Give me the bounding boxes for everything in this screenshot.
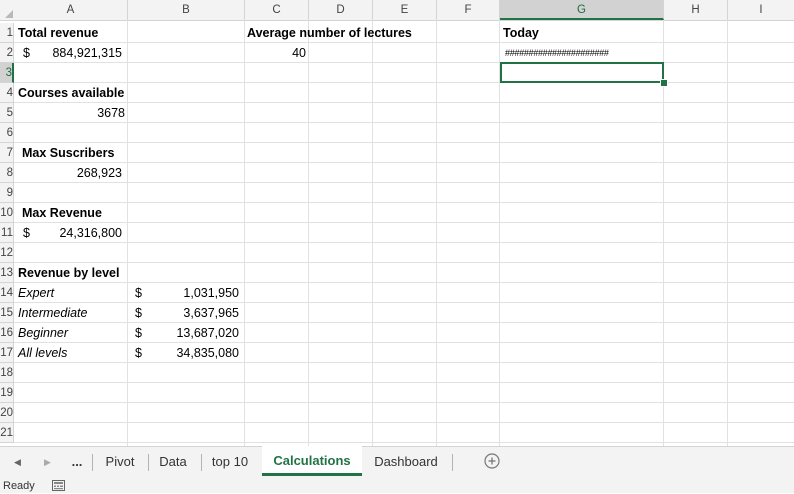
row-header-8[interactable]: 8	[0, 163, 14, 183]
cell-a11-currency: $	[23, 226, 30, 240]
status-bar: Ready	[0, 477, 794, 493]
row-header-7[interactable]: 7	[0, 143, 14, 163]
gridline	[14, 242, 794, 243]
cell-b16[interactable]: 13,687,020	[150, 323, 239, 343]
tab-separator	[148, 454, 149, 471]
cell-a14[interactable]: Expert	[18, 283, 54, 303]
row-header-19[interactable]: 19	[0, 383, 14, 403]
active-cell-g3[interactable]	[500, 62, 664, 83]
cell-a4[interactable]: Courses available	[18, 83, 124, 103]
cell-b16-currency: $	[135, 326, 142, 340]
scroll-tabs-left-icon[interactable]: ◀	[14, 447, 21, 475]
cell-b14[interactable]: 1,031,950	[150, 283, 239, 303]
tab-separator	[201, 454, 202, 471]
gridline	[14, 262, 794, 263]
column-header-c[interactable]: C	[245, 0, 309, 20]
cell-b14-currency: $	[135, 286, 142, 300]
tab-dashboard[interactable]: Dashboard	[366, 447, 446, 475]
row-header-3[interactable]: 3	[0, 63, 14, 83]
select-all-corner[interactable]	[0, 0, 15, 20]
row-header-16[interactable]: 16	[0, 323, 14, 343]
gridline	[14, 362, 794, 363]
gridline	[14, 302, 794, 303]
row-header-14[interactable]: 14	[0, 283, 14, 303]
column-header-d[interactable]: D	[309, 0, 373, 20]
row-header-17[interactable]: 17	[0, 343, 14, 363]
column-header-e[interactable]: E	[373, 0, 437, 20]
row-header-20[interactable]: 20	[0, 403, 14, 423]
tab-data[interactable]: Data	[152, 447, 194, 475]
column-header-h[interactable]: H	[664, 0, 728, 20]
cell-a2-currency: $	[23, 46, 30, 60]
gridline	[14, 442, 794, 443]
column-header-b[interactable]: B	[128, 0, 245, 20]
tab-separator	[92, 454, 93, 471]
gridline	[14, 122, 794, 123]
cell-a7[interactable]: Max Suscribers	[22, 143, 114, 163]
row-header-21[interactable]: 21	[0, 423, 14, 443]
cell-a10[interactable]: Max Revenue	[22, 203, 102, 223]
row-header-5[interactable]: 5	[0, 103, 14, 123]
row-header-18[interactable]: 18	[0, 363, 14, 383]
row-header-13[interactable]: 13	[0, 263, 14, 283]
column-header-f[interactable]: F	[437, 0, 500, 20]
gridline	[14, 82, 794, 83]
column-header-a[interactable]: A	[14, 0, 128, 20]
gridline	[14, 342, 794, 343]
row-header-1[interactable]: 1	[0, 23, 14, 43]
cell-b15[interactable]: 3,637,965	[150, 303, 239, 323]
scroll-tabs-right-icon[interactable]: ▶	[44, 447, 51, 475]
cell-a13[interactable]: Revenue by level	[18, 263, 119, 283]
more-sheets-button[interactable]: ...	[68, 447, 86, 475]
gridline	[14, 102, 794, 103]
row-header-2[interactable]: 2	[0, 43, 14, 63]
gridline	[14, 62, 794, 63]
tab-separator	[452, 454, 453, 471]
cell-b17-currency: $	[135, 346, 142, 360]
plus-circle-icon[interactable]	[484, 453, 500, 469]
fill-handle[interactable]	[660, 79, 668, 87]
cell-g2[interactable]: ######################	[505, 43, 609, 63]
row-header-11[interactable]: 11	[0, 223, 14, 243]
cell-a5[interactable]: 3678	[40, 103, 125, 123]
cell-c2[interactable]: 40	[245, 43, 306, 63]
gridline	[14, 322, 794, 323]
gridline	[14, 162, 794, 163]
gridline	[14, 222, 794, 223]
gridline	[14, 142, 794, 143]
cell-b17[interactable]: 34,835,080	[150, 343, 239, 363]
cell-c1[interactable]: Average number of lectures	[247, 23, 412, 43]
cell-g1[interactable]: Today	[503, 23, 539, 43]
cell-a11[interactable]: 24,316,800	[40, 223, 122, 243]
sheet-tab-bar: ◀ ▶ ... Pivot Data top 10 Calculations D…	[0, 446, 794, 477]
gridline	[14, 282, 794, 283]
column-header-i[interactable]: I	[728, 0, 794, 20]
tab-pivot[interactable]: Pivot	[96, 447, 144, 475]
tab-top-10[interactable]: top 10	[205, 447, 255, 475]
cell-b15-currency: $	[135, 306, 142, 320]
gridline	[14, 402, 794, 403]
gridline	[14, 182, 794, 183]
gridline	[14, 422, 794, 423]
cell-a15[interactable]: Intermediate	[18, 303, 87, 323]
gridline	[14, 382, 794, 383]
cell-a16[interactable]: Beginner	[18, 323, 68, 343]
macro-record-icon[interactable]	[52, 480, 65, 491]
row-header-12[interactable]: 12	[0, 243, 14, 263]
cell-a2[interactable]: 884,921,315	[40, 43, 122, 63]
column-header-g[interactable]: G	[500, 0, 664, 20]
select-all-triangle-icon	[5, 10, 13, 18]
cell-a17[interactable]: All levels	[18, 343, 67, 363]
cell-a1[interactable]: Total revenue	[18, 23, 98, 43]
gridline	[14, 202, 794, 203]
row-header-10[interactable]: 10	[0, 203, 14, 223]
row-header-9[interactable]: 9	[0, 183, 14, 203]
status-mode: Ready	[3, 480, 35, 492]
tab-calculations[interactable]: Calculations	[262, 446, 362, 476]
cell-a8[interactable]: 268,923	[40, 163, 122, 183]
row-header-4[interactable]: 4	[0, 83, 14, 103]
row-header-6[interactable]: 6	[0, 123, 14, 143]
row-header-15[interactable]: 15	[0, 303, 14, 323]
